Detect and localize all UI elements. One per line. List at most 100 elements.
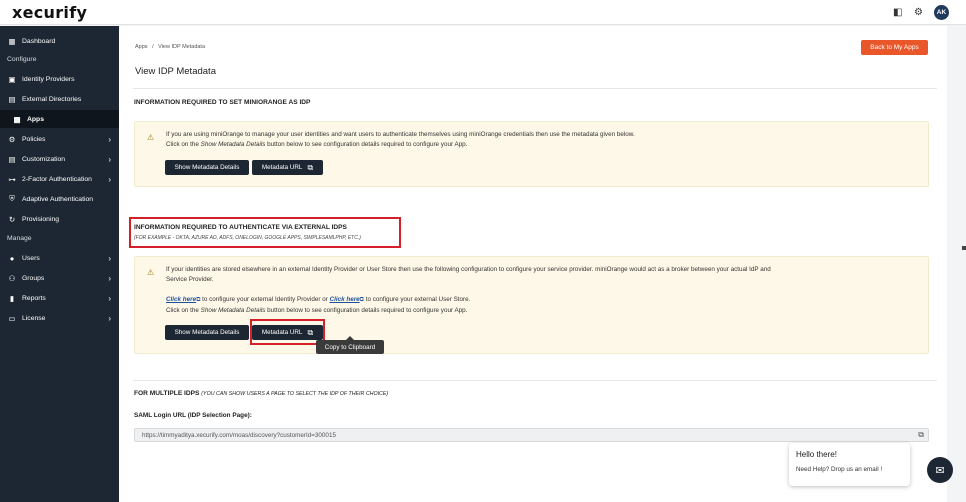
sidebar-item-provisioning[interactable]: ↻ Provisioning [0, 210, 119, 228]
sidebar-toggle-icon[interactable]: ◧ [893, 7, 902, 18]
note-emphasis: Show Metadata Details [200, 306, 266, 314]
divider [133, 380, 937, 381]
info-note-miniorange: ⚠ If you are using miniOrange to manage … [134, 121, 929, 187]
note-line: If you are using miniOrange to manage yo… [166, 131, 635, 138]
sidebar-item-policies[interactable]: ⚙ Policies › [0, 130, 119, 148]
show-metadata-details-button[interactable]: Show Metadata Details [165, 160, 249, 175]
section-subheading-examples: (FOR EXAMPLE - OKTA, AZURE AD, ADFS, ONE… [134, 235, 361, 241]
sidebar-item-2fa[interactable]: ⊶ 2-Factor Authentication › [0, 170, 119, 188]
sidebar-item-apps[interactable]: ▦ Apps [0, 110, 119, 128]
chat-popup[interactable]: Hello there! Need Help? Drop us an email… [789, 443, 910, 486]
warning-icon: ⚠ [147, 133, 155, 142]
back-to-my-apps-button[interactable]: Back to My Apps [861, 40, 928, 55]
heading-note: (YOU CAN SHOW USERS A PAGE TO SELECT THE… [201, 391, 389, 397]
chevron-right-icon: › [108, 134, 111, 144]
sidebar-item-users[interactable]: ● Users › [0, 249, 119, 267]
section-heading-multiple-idps: FOR MULTIPLE IDPS (YOU CAN SHOW USERS A … [134, 390, 388, 397]
highlight-box [250, 319, 325, 345]
sidebar-item-label: 2-Factor Authentication [22, 175, 92, 183]
sidebar-item-groups[interactable]: ⚇ Groups › [0, 269, 119, 287]
click-here-idp-link[interactable]: Click here [166, 296, 196, 303]
button-label: Metadata URL [261, 164, 303, 171]
sidebar-item-external-directories[interactable]: ▤ External Directories [0, 90, 119, 108]
avatar[interactable]: AK [934, 5, 949, 20]
sync-icon: ↻ [8, 214, 16, 224]
sidebar-item-identity-providers[interactable]: ▣ Identity Providers [0, 70, 119, 88]
copy-icon[interactable]: ⧉ [918, 430, 924, 440]
scrollbar-marker [962, 246, 966, 250]
chat-greeting: Hello there! [796, 450, 837, 459]
copy-to-clipboard-tooltip: Copy to Clipboard [316, 336, 384, 354]
license-icon: ▭ [8, 313, 16, 323]
divider [133, 88, 937, 89]
note-text-part: to configure your external User Store. [363, 296, 471, 303]
user-icon: ● [9, 253, 15, 263]
breadcrumb-separator: / [152, 44, 154, 50]
show-metadata-details-button[interactable]: Show Metadata Details [165, 325, 249, 340]
sidebar-item-label: External Directories [22, 95, 82, 103]
sidebar-item-reports[interactable]: ▮ Reports › [0, 289, 119, 307]
group-icon: ⚇ [8, 273, 16, 283]
note-text-part: button below to see configuration detail… [265, 140, 468, 148]
sidebar-item-customization[interactable]: ▤ Customization › [0, 150, 119, 168]
chevron-right-icon: › [108, 313, 111, 323]
chevron-right-icon: › [108, 174, 111, 184]
url-value: https://timmyaditya.xecurify.com/moas/di… [142, 431, 336, 439]
apps-icon: ▦ [13, 114, 21, 124]
sidebar-item-adaptive-authentication[interactable]: ⛨ Adaptive Authentication [0, 190, 119, 208]
id-card-icon: ▣ [8, 74, 16, 84]
sidebar-item-label: Users [22, 254, 40, 262]
note-text: If you are using miniOrange to manage yo… [166, 130, 635, 149]
chevron-right-icon: › [108, 293, 111, 303]
note-text-part: to configure your external Identity Prov… [200, 296, 330, 303]
breadcrumb-apps[interactable]: Apps [135, 44, 148, 50]
note-text-part: button below to see configuration detail… [265, 306, 468, 314]
chevron-right-icon: › [108, 154, 111, 164]
breadcrumb: Apps / View IDP Metadata [135, 44, 205, 50]
page-title: View IDP Metadata [135, 66, 216, 77]
warning-icon: ⚠ [147, 268, 155, 277]
sidebar-section-manage: Manage [7, 235, 32, 242]
gear-icon[interactable]: ⚙ [914, 7, 923, 18]
sidebar-item-label: Reports [22, 294, 46, 302]
note-line: If your identities are stored elsewhere … [166, 266, 771, 273]
heading-text: FOR MULTIPLE IDPS [134, 390, 200, 397]
note-text-part: Click on the [166, 140, 201, 148]
xecurify-logo[interactable]: xecurify [12, 3, 87, 22]
note-line: Service Provider. [166, 275, 214, 283]
sidebar-item-dashboard[interactable]: ▦ Dashboard [0, 32, 119, 50]
directory-icon: ▤ [8, 94, 16, 104]
chevron-right-icon: › [108, 253, 111, 263]
sidebar-item-label: Adaptive Authentication [22, 195, 94, 203]
note-line: Click on the Show Metadata Details butto… [166, 140, 635, 150]
report-icon: ▮ [9, 293, 15, 303]
key-icon: ⊶ [8, 174, 16, 184]
chat-launcher-button[interactable]: ✉ [927, 457, 953, 483]
saml-login-url-field[interactable]: https://timmyaditya.xecurify.com/moas/di… [134, 428, 929, 442]
grid-icon: ▦ [8, 36, 16, 46]
policy-icon: ⚙ [8, 134, 16, 144]
sidebar-item-label: Customization [22, 155, 66, 163]
customization-icon: ▤ [8, 154, 16, 164]
sidebar-section-configure: Configure [7, 56, 37, 63]
note-line: Click on the Show Metadata Details butto… [166, 306, 771, 316]
top-bar: xecurify ◧ ⚙ AK [0, 0, 966, 25]
note-line: Click here⧉ to configure your external I… [166, 295, 771, 306]
shield-icon: ⛨ [9, 194, 15, 203]
sidebar-item-label: License [22, 314, 46, 322]
sidebar-item-label: Identity Providers [22, 75, 75, 83]
highlight-box [129, 217, 401, 248]
breadcrumb-current: View IDP Metadata [158, 44, 206, 50]
sidebar-item-label: Dashboard [22, 37, 56, 45]
sidebar-item-label: Apps [27, 115, 44, 123]
sidebar-item-license[interactable]: ▭ License › [0, 309, 119, 327]
sidebar: ▦ Dashboard Configure ▣ Identity Provide… [0, 26, 119, 502]
chat-message: Need Help? Drop us an email ! [796, 466, 883, 473]
note-text-part: Click on the [166, 306, 201, 314]
chevron-right-icon: › [108, 273, 111, 283]
section-heading-miniorange-idp: INFORMATION REQUIRED TO SET MINIORANGE A… [134, 99, 311, 106]
main-content: Apps / View IDP Metadata Back to My Apps… [119, 26, 947, 502]
metadata-url-button[interactable]: Metadata URL ⧉ [252, 160, 323, 175]
click-here-user-store-link[interactable]: Click here [330, 296, 360, 303]
